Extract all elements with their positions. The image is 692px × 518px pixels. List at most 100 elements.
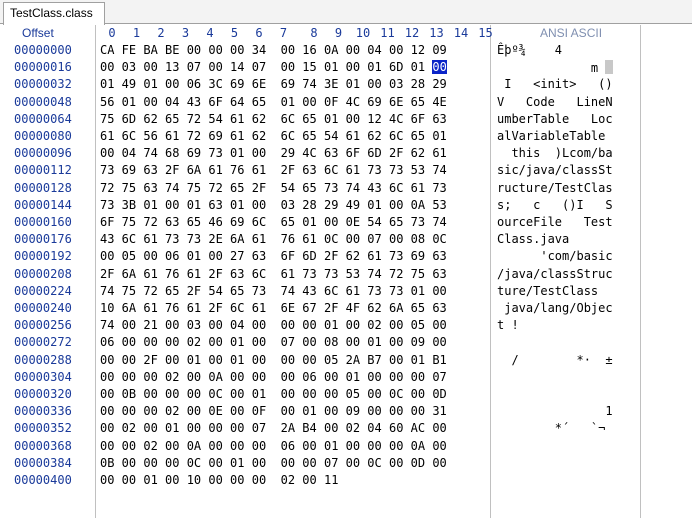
row-ascii[interactable]: java/lang/Objec	[497, 301, 612, 315]
hex-row: 00000288 00 00 2F 00 01 00 01 00 00 00 05…	[0, 352, 640, 369]
row-ascii[interactable]: 'com/basic	[497, 249, 612, 263]
row-ascii[interactable]	[497, 370, 613, 384]
row-offset: 00000304	[14, 369, 72, 384]
row-ascii[interactable]: sic/java/classSt	[497, 163, 613, 177]
hex-row: 00000080 61 6C 56 61 72 69 61 62 6C 65 54…	[0, 128, 640, 145]
row-hex-bytes[interactable]: 00 00 2F 00 01 00 01 00 00 00 05 2A B7 0…	[100, 353, 447, 367]
row-hex-bytes[interactable]: 00 02 00 01 00 00 00 07 2A B4 00 02 04 6…	[100, 421, 447, 435]
row-hex-bytes[interactable]: CA FE BA BE 00 00 00 34 00 16 0A 00 04 0…	[100, 43, 447, 57]
row-ascii[interactable]: / *· ±	[497, 353, 612, 367]
row-ascii[interactable]	[497, 387, 613, 401]
row-hex-bytes[interactable]: 00 03 00 13 07 00 14 07 00 15 01 00 01 6…	[100, 60, 447, 75]
row-offset: 00000016	[14, 60, 72, 75]
row-ascii[interactable]: 1	[497, 404, 612, 418]
ascii-divider	[640, 25, 641, 518]
row-ascii[interactable]: V Code LineN	[497, 95, 613, 109]
row-hex-bytes[interactable]: 06 00 00 00 02 00 01 00 07 00 08 00 01 0…	[100, 335, 447, 349]
row-offset: 00000288	[14, 352, 72, 367]
column-number: 7	[279, 26, 288, 40]
row-hex-bytes[interactable]: 43 6C 61 73 73 2E 6A 61 76 61 0C 00 07 0…	[100, 232, 447, 246]
row-offset: 00000080	[14, 129, 72, 143]
column-number: 15	[478, 26, 493, 40]
row-hex-bytes[interactable]: 73 69 63 2F 6A 61 76 61 2F 63 6C 61 73 7…	[100, 163, 447, 177]
row-ascii[interactable]: Class.java	[497, 232, 613, 246]
row-offset: 00000368	[14, 438, 72, 453]
row-ascii[interactable]	[497, 439, 613, 453]
row-ascii[interactable]: ourceFile Test	[497, 215, 613, 229]
column-number: 5	[230, 26, 239, 40]
row-hex-bytes[interactable]: 61 6C 56 61 72 69 61 62 6C 65 54 61 62 6…	[100, 129, 447, 143]
row-ascii[interactable]: I <init> ()	[497, 77, 612, 91]
column-number: 1	[132, 26, 141, 40]
row-offset: 00000224	[14, 283, 72, 298]
hex-row: 00000224 74 75 72 65 2F 54 65 73 74 43 6C…	[0, 283, 640, 300]
row-hex-bytes[interactable]: 72 75 63 74 75 72 65 2F 54 65 73 74 43 6…	[100, 181, 447, 195]
hex-row: 00000096 00 04 74 68 69 73 01 00 29 4C 63…	[0, 145, 640, 162]
hex-row: 00000384 0B 00 00 00 0C 00 01 00 00 00 07…	[0, 455, 640, 472]
row-ascii[interactable]: t !	[497, 318, 613, 332]
row-hex-bytes[interactable]: 73 3B 01 00 01 63 01 00 03 28 29 49 01 0…	[100, 198, 447, 212]
hex-row: 00000192 00 05 00 06 01 00 27 63 6F 6D 2F…	[0, 248, 640, 265]
selected-byte[interactable]: 00	[432, 60, 447, 75]
row-offset: 00000048	[14, 94, 72, 109]
row-offset: 00000400	[14, 473, 72, 487]
row-ascii[interactable]: *´ `¬	[497, 421, 613, 435]
row-hex-bytes[interactable]: 74 75 72 65 2F 54 65 73 74 43 6C 61 73 7…	[100, 284, 447, 298]
row-hex-bytes[interactable]: 0B 00 00 00 0C 00 01 00 00 00 07 00 0C 0…	[100, 456, 447, 470]
hex-row: 00000064 75 6D 62 65 72 54 61 62 6C 65 01…	[0, 111, 640, 128]
hex-row: 00000048 56 01 00 04 43 6F 64 65 01 00 0F…	[0, 94, 640, 111]
row-ascii[interactable]: Êþº¾ 4	[497, 43, 562, 57]
column-number: 12	[404, 26, 420, 40]
hex-row: 00000272 06 00 00 00 02 00 01 00 07 00 08…	[0, 334, 640, 351]
row-hex-bytes[interactable]: 56 01 00 04 43 6F 64 65 01 00 0F 4C 69 6…	[100, 95, 447, 109]
row-offset: 00000176	[14, 232, 72, 247]
row-hex-bytes[interactable]: 00 05 00 06 01 00 27 63 6F 6D 2F 62 61 7…	[100, 249, 447, 263]
hex-row: 00000128 72 75 63 74 75 72 65 2F 54 65 73…	[0, 180, 640, 197]
column-number: 3	[181, 26, 190, 40]
row-hex-bytes[interactable]: 00 00 00 02 00 0E 00 0F 00 01 00 09 00 0…	[100, 404, 447, 418]
hex-editor[interactable]: Offset 0 1 2 3 4 5 6 7 8 9 10 11 12 13 14 15 ANSI ASCII…	[0, 25, 692, 518]
hex-row: 00000352 00 02 00 01 00 00 00 07 2A B4 00…	[0, 420, 640, 437]
row-hex-bytes[interactable]: 10 6A 61 76 61 2F 6C 61 6E 67 2F 4F 62 6…	[100, 301, 447, 315]
tab-bar: TestClass.class	[0, 0, 692, 25]
row-hex-bytes[interactable]: 75 6D 62 65 72 54 61 62 6C 65 01 00 12 4…	[100, 112, 447, 126]
column-number: 14	[453, 26, 469, 40]
row-hex-bytes[interactable]: 2F 6A 61 76 61 2F 63 6C 61 73 73 53 74 7…	[100, 267, 447, 281]
column-header: Offset 0 1 2 3 4 5 6 7 8 9 10 11 12 13 14 15 ANSI ASCII	[0, 25, 640, 42]
row-hex-bytes[interactable]: 00 0B 00 00 00 0C 00 01 00 00 00 05 00 0…	[100, 387, 447, 401]
row-offset: 00000096	[14, 146, 72, 161]
row-offset: 00000336	[14, 404, 72, 419]
row-hex-bytes[interactable]: 6F 75 72 63 65 46 69 6C 65 01 00 0E 54 6…	[100, 215, 447, 229]
hex-row: 00000112 73 69 63 2F 6A 61 76 61 2F 63 6C…	[0, 162, 640, 179]
row-ascii[interactable]: umberTable Loc	[497, 112, 613, 126]
row-offset: 00000208	[14, 266, 72, 281]
row-ascii[interactable]	[497, 456, 613, 470]
row-ascii[interactable]: m	[497, 60, 614, 75]
row-hex-bytes[interactable]: 00 04 74 68 69 73 01 00 29 4C 63 6F 6D 2…	[100, 146, 447, 160]
row-hex-bytes[interactable]: 00 00 01 00 10 00 00 00 02 00 11	[100, 473, 338, 487]
tab-testclass[interactable]: TestClass.class	[3, 2, 105, 25]
row-ascii[interactable]: ture/TestClass	[497, 284, 613, 298]
row-ascii[interactable]: ructure/TestClas	[497, 181, 613, 195]
column-number: 4	[206, 26, 214, 40]
row-offset: 00000272	[14, 335, 72, 350]
row-ascii[interactable]: alVariableTable	[497, 129, 613, 143]
row-hex-bytes[interactable]: 00 00 00 02 00 0A 00 00 00 06 00 01 00 0…	[100, 370, 447, 384]
hex-row: 00000160 6F 75 72 63 65 46 69 6C 65 01 00…	[0, 214, 640, 231]
column-number: 13	[429, 26, 444, 40]
row-hex-bytes[interactable]: 74 00 21 00 03 00 04 00 00 00 01 00 02 0…	[100, 318, 447, 332]
row-offset: 00000240	[14, 301, 72, 315]
row-ascii[interactable]: /java/classStruc	[497, 267, 613, 281]
row-ascii[interactable]	[497, 335, 613, 349]
row-hex-bytes[interactable]: 00 00 02 00 0A 00 00 00 06 00 01 00 00 0…	[100, 439, 447, 453]
row-hex-bytes[interactable]: 01 49 01 00 06 3C 69 6E 69 74 3E 01 00 0…	[100, 77, 447, 91]
hex-row: 00000176 43 6C 61 73 73 2E 6A 61 76 61 0C…	[0, 231, 640, 248]
row-ascii[interactable]: s; c ()I S	[497, 198, 613, 212]
offset-header: Offset	[22, 26, 54, 40]
column-number: 8	[310, 26, 318, 40]
row-offset: 00000256	[14, 318, 72, 333]
column-number: 9	[334, 26, 343, 40]
column-number: 11	[380, 26, 395, 40]
row-ascii[interactable]: this )Lcom/ba	[497, 146, 612, 160]
row-offset: 00000160	[14, 215, 72, 229]
